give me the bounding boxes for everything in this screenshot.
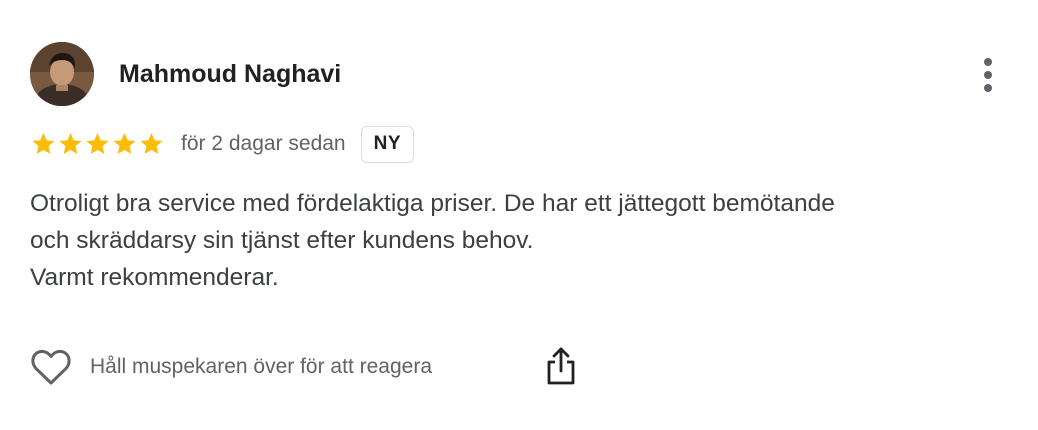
react-button[interactable]: Håll muspekaren över för att reagera [30, 348, 432, 386]
avatar[interactable] [30, 42, 94, 106]
more-vertical-icon-dot [984, 84, 992, 92]
review-actions: Håll muspekaren över för att reagera [30, 345, 432, 389]
more-vertical-icon [984, 58, 992, 66]
user-avatar-photo-icon [30, 42, 94, 106]
review-card: Mahmoud Naghavi för 2 dagar sedan NY Otr… [0, 0, 1038, 430]
rating-row: för 2 dagar sedan NY [30, 124, 415, 164]
star-icon [113, 132, 136, 154]
share-button[interactable] [544, 345, 578, 387]
react-label: Håll muspekaren över för att reagera [90, 355, 432, 378]
review-text-line: Varmt rekommenderar. [30, 264, 279, 291]
star-icon [59, 132, 82, 154]
star-icon [140, 132, 163, 154]
review-time: för 2 dagar sedan [181, 132, 346, 155]
review-text-line: Otroligt bra service med fördelaktiga pr… [30, 190, 835, 217]
more-options-button[interactable] [970, 55, 1006, 95]
reviewer-name[interactable]: Mahmoud Naghavi [119, 58, 341, 90]
star-rating [30, 131, 165, 157]
star-icon [32, 132, 55, 154]
review-text-line: och skräddarsy sin tjänst efter kundens … [30, 227, 534, 254]
new-badge: NY [360, 125, 415, 163]
heart-icon [31, 349, 71, 385]
star-icon [86, 132, 109, 154]
more-vertical-icon-dot [984, 71, 992, 79]
review-text: Otroligt bra service med fördelaktiga pr… [30, 185, 1020, 296]
share-icon [547, 347, 575, 385]
